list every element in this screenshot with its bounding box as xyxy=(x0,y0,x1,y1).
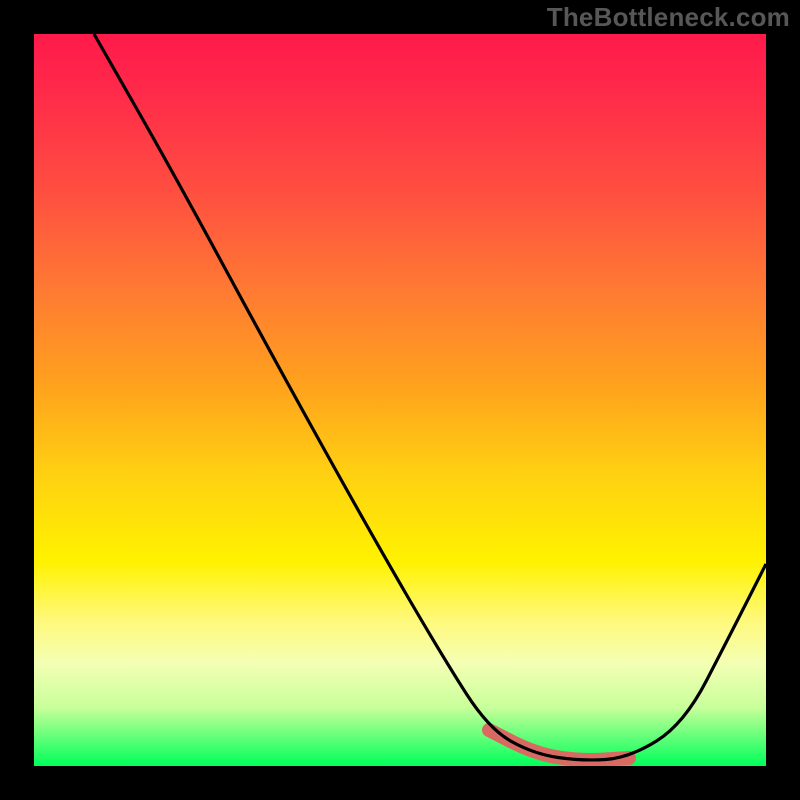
main-curve xyxy=(94,34,766,760)
plot-area xyxy=(34,34,766,766)
chart-stage: TheBottleneck.com xyxy=(0,0,800,800)
highlight-segment xyxy=(489,730,629,760)
chart-svg xyxy=(34,34,766,766)
watermark-text: TheBottleneck.com xyxy=(547,2,790,33)
